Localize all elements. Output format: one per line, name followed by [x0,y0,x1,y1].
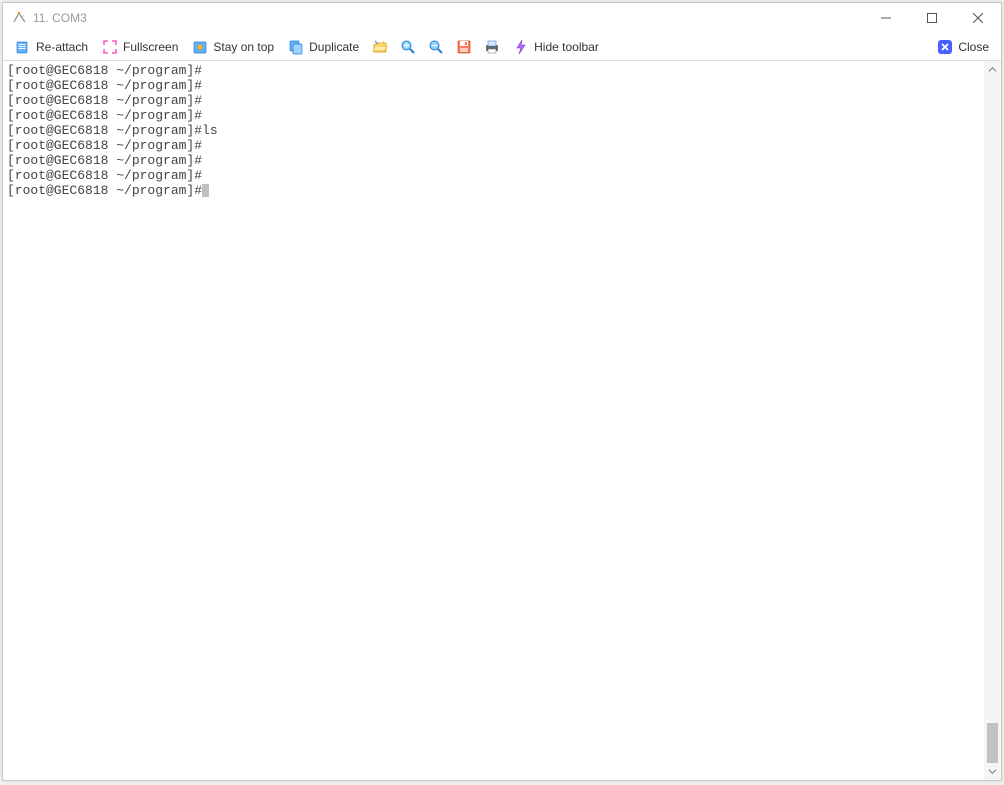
duplicate-label: Duplicate [309,40,359,54]
window-close-button[interactable] [955,3,1001,33]
window-title: 11. COM3 [33,11,87,25]
terminal-line: [root@GEC6818 ~/program]# [7,108,980,123]
zoom-out-button[interactable] [423,36,449,58]
stay-on-top-label: Stay on top [213,40,274,54]
print-icon [484,39,500,55]
save-button[interactable] [451,36,477,58]
fullscreen-label: Fullscreen [123,40,178,54]
reattach-label: Re-attach [36,40,88,54]
minimize-button[interactable] [863,3,909,33]
hide-toolbar-button[interactable]: Hide toolbar [507,36,605,58]
terminal-line: [root@GEC6818 ~/program]# [7,78,980,93]
zoom-out-icon [428,39,444,55]
duplicate-button[interactable]: Duplicate [282,36,365,58]
scroll-down-arrow[interactable] [984,763,1001,780]
toolbar: Re-attach Fullscreen Stay on top [3,33,1001,61]
terminal-line: [root@GEC6818 ~/program]# [7,153,980,168]
terminal-area: [root@GEC6818 ~/program]#[root@GEC6818 ~… [3,61,1001,780]
app-icon [11,10,27,26]
terminal-line: [root@GEC6818 ~/program]#ls [7,123,980,138]
print-button[interactable] [479,36,505,58]
stay-on-top-button[interactable]: Stay on top [186,36,280,58]
lightning-icon [513,39,529,55]
close-icon [937,39,953,55]
terminal-line: [root@GEC6818 ~/program]# [7,168,980,183]
scroll-up-arrow[interactable] [984,61,1001,78]
zoom-in-icon [400,39,416,55]
terminal-line: [root@GEC6818 ~/program]# [7,93,980,108]
open-folder-button[interactable] [367,36,393,58]
reattach-button[interactable]: Re-attach [9,36,94,58]
zoom-in-button[interactable] [395,36,421,58]
hide-toolbar-label: Hide toolbar [534,40,599,54]
reattach-icon [15,39,31,55]
scrollbar[interactable] [984,61,1001,780]
terminal-line: [root@GEC6818 ~/program]# [7,183,980,198]
fullscreen-button[interactable]: Fullscreen [96,36,184,58]
stay-on-top-icon [192,39,208,55]
terminal-line: [root@GEC6818 ~/program]# [7,63,980,78]
window: 11. COM3 Re-attach [2,2,1002,781]
open-folder-icon [372,39,388,55]
close-tab-label: Close [958,40,989,54]
titlebar: 11. COM3 [3,3,1001,33]
fullscreen-icon [102,39,118,55]
window-controls [863,3,1001,33]
scroll-thumb[interactable] [987,723,998,763]
save-icon [456,39,472,55]
close-tab-button[interactable]: Close [931,36,995,58]
maximize-button[interactable] [909,3,955,33]
terminal-line: [root@GEC6818 ~/program]# [7,138,980,153]
duplicate-icon [288,39,304,55]
terminal-cursor [202,184,209,197]
scroll-track[interactable] [984,78,1001,763]
terminal-output[interactable]: [root@GEC6818 ~/program]#[root@GEC6818 ~… [3,61,984,780]
